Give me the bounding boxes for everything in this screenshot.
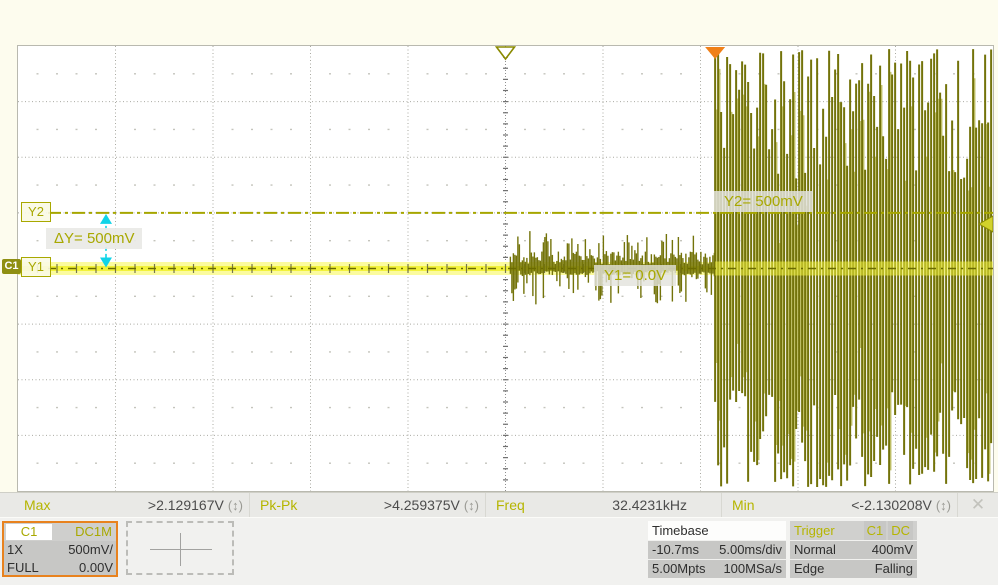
measurement-value: >4.259375V bbox=[383, 497, 460, 513]
trigger-coupling: DC bbox=[888, 521, 913, 540]
trigger-box[interactable]: Trigger C1 DC Normal 400mV Edge Falling bbox=[790, 521, 917, 578]
cursor-y2-readout: Y2= 500mV bbox=[714, 191, 813, 212]
measurement-pkpk[interactable]: Pk-Pk >4.259375V (↕) bbox=[249, 493, 485, 517]
timebase-samplerate: 100MSa/s bbox=[723, 561, 782, 576]
updown-arrow-icon[interactable]: (↕) bbox=[936, 498, 951, 513]
plus-icon bbox=[180, 533, 181, 566]
trigger-source: C1 bbox=[863, 521, 887, 540]
timebase-scale: 5.00ms/div bbox=[719, 542, 782, 557]
add-channel-button[interactable] bbox=[126, 521, 234, 575]
trigger-level: 400mV bbox=[871, 542, 913, 557]
measurement-freq[interactable]: Freq 32.4231kHz bbox=[485, 493, 721, 517]
trigger-type: Edge bbox=[794, 561, 825, 576]
channel-c1-box[interactable]: C1 DC1M 1X 500mV/ FULL 0.00V bbox=[2, 521, 118, 577]
channel-probe: 1X bbox=[7, 542, 23, 557]
channel-coupling: DC1M bbox=[75, 524, 112, 539]
measurement-max[interactable]: Max >2.129167V (↕) bbox=[0, 493, 249, 517]
measurement-value: <-2.130208V bbox=[851, 497, 932, 513]
channel-offset: 0.00V bbox=[79, 560, 113, 575]
measurement-value: >2.129167V bbox=[147, 497, 224, 513]
timebase-title: Timebase bbox=[648, 521, 786, 540]
trigger-title: Trigger bbox=[794, 523, 835, 538]
plus-icon bbox=[150, 549, 212, 550]
cursor-y2-tag[interactable]: Y2 bbox=[21, 202, 51, 222]
measurement-label: Max bbox=[24, 497, 51, 513]
timebase-box[interactable]: Timebase -10.7ms 5.00ms/div 5.00Mpts 100… bbox=[648, 521, 786, 578]
status-bar: C1 DC1M 1X 500mV/ FULL 0.00V Timebase -1… bbox=[0, 518, 998, 585]
measurement-label: Pk-Pk bbox=[260, 497, 298, 513]
updown-arrow-icon[interactable]: (↕) bbox=[228, 498, 243, 513]
measurement-bar: Max >2.129167V (↕) Pk-Pk >4.259375V (↕) … bbox=[0, 492, 998, 518]
trigger-slope: Falling bbox=[874, 561, 913, 576]
measurement-label: Min bbox=[732, 497, 755, 513]
cursor-y1-tag[interactable]: Y1 bbox=[21, 257, 51, 277]
timebase-memdepth: 5.00Mpts bbox=[652, 561, 706, 576]
measurement-label: Freq bbox=[496, 497, 525, 513]
channel-scale: 500mV/ bbox=[68, 542, 113, 557]
channel-position-badge[interactable]: C1 bbox=[2, 259, 21, 274]
measurement-min[interactable]: Min <-2.130208V (↕) bbox=[721, 493, 957, 517]
waveform-canvas bbox=[18, 46, 993, 491]
cursor-delta-readout: ΔY= 500mV bbox=[46, 228, 143, 249]
trigger-mode: Normal bbox=[794, 542, 836, 557]
updown-arrow-icon[interactable]: (↕) bbox=[464, 498, 479, 513]
measurement-value: 32.4231kHz bbox=[612, 497, 687, 513]
channel-name-chip[interactable]: C1 bbox=[6, 524, 52, 540]
cursor-y1-readout: Y1= 0.0V bbox=[594, 265, 677, 286]
channel-bandwidth: FULL bbox=[7, 560, 39, 575]
oscilloscope-screen: Y2 Y1 C1 ΔY= 500mV Y2= 500mV Y1= 0.0V Ma… bbox=[0, 0, 998, 585]
waveform-display bbox=[17, 45, 994, 492]
close-measurements-icon[interactable]: ✕ bbox=[957, 493, 998, 517]
timebase-delay: -10.7ms bbox=[652, 542, 699, 557]
